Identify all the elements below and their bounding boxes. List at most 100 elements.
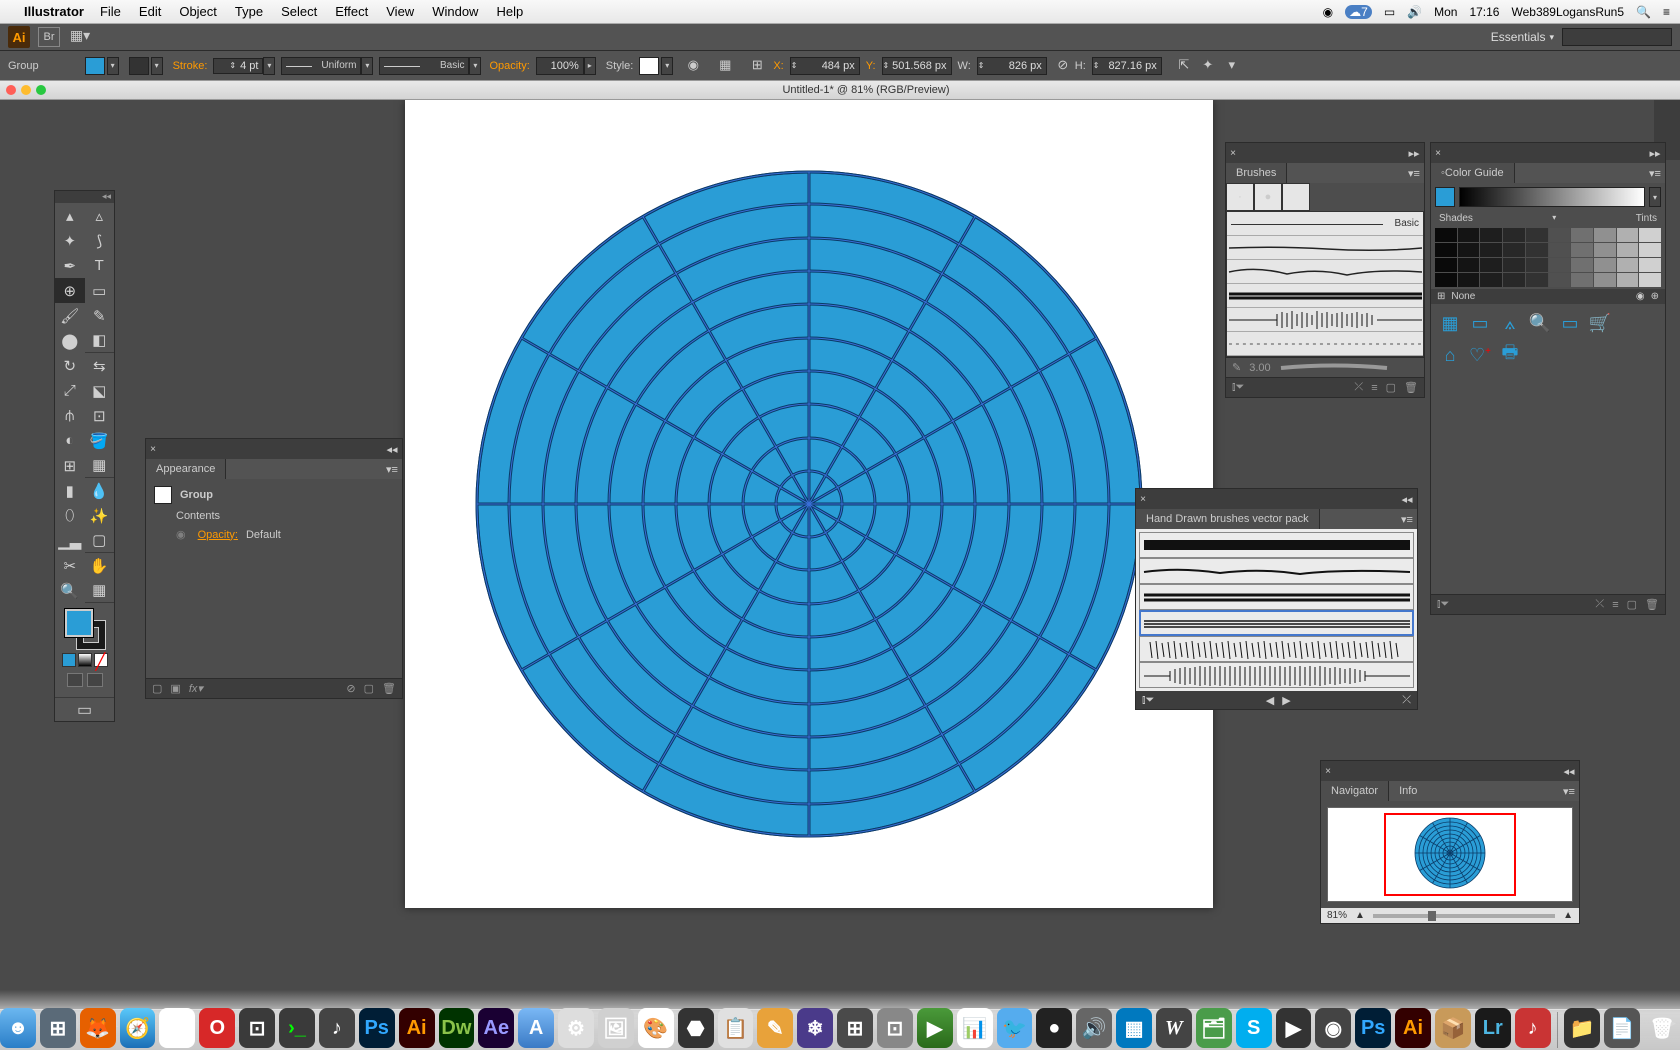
- zoom-out-button[interactable]: ▲: [1355, 910, 1365, 921]
- dock-twitter[interactable]: 🐦: [997, 1008, 1033, 1048]
- navigator-tab[interactable]: Navigator: [1321, 781, 1389, 801]
- hand-drawn-tab[interactable]: Hand Drawn brushes vector pack: [1136, 509, 1320, 529]
- hd-brush-5[interactable]: [1139, 636, 1414, 662]
- brush-stroke-3[interactable]: [1227, 284, 1423, 308]
- panel-drag-grip[interactable]: [160, 445, 382, 453]
- dock-firefox[interactable]: 🦊: [80, 1008, 116, 1048]
- dock-stack-2[interactable]: 📄: [1604, 1008, 1640, 1048]
- dock-lightroom[interactable]: Lr: [1475, 1008, 1511, 1048]
- dock-skype[interactable]: S: [1236, 1008, 1272, 1048]
- symbol-sprayer-tool[interactable]: ✨: [85, 503, 115, 528]
- shear-tool[interactable]: ⬕: [85, 378, 115, 403]
- add-effect-button[interactable]: fx▾: [189, 682, 203, 695]
- cg-new-button[interactable]: ▢: [1627, 598, 1637, 611]
- hd-lib-button[interactable]: ⫾⏷: [1142, 694, 1154, 707]
- dock-app-18[interactable]: ▶: [1276, 1008, 1312, 1048]
- delete-button[interactable]: 🗑: [382, 682, 396, 695]
- dock-app-19[interactable]: ◉: [1315, 1008, 1351, 1048]
- brushes-close-button[interactable]: ×: [1226, 148, 1240, 159]
- rectangle-tool[interactable]: ▭: [85, 278, 115, 303]
- notification-center-icon[interactable]: ≡: [1663, 5, 1670, 19]
- x-input[interactable]: ⇕484 px: [790, 57, 860, 75]
- cg-edit-icon[interactable]: ◉: [1636, 291, 1645, 302]
- opacity-label[interactable]: Opacity:: [489, 60, 529, 72]
- cg-save-icon[interactable]: ⊕: [1651, 291, 1659, 302]
- width-tool[interactable]: ⫛: [55, 403, 85, 428]
- bridge-button[interactable]: Br: [38, 27, 60, 47]
- dock-safari[interactable]: 🧭: [120, 1008, 156, 1048]
- artboard[interactable]: [405, 100, 1213, 908]
- cc-status[interactable]: ☁7: [1345, 5, 1372, 19]
- dock-preview[interactable]: 🖼: [598, 1008, 634, 1048]
- live-paint-tool[interactable]: 🪣: [85, 428, 115, 453]
- sync-icon[interactable]: ◉: [1323, 5, 1333, 19]
- app-name[interactable]: Illustrator: [24, 4, 84, 19]
- shear-icon[interactable]: ⇱: [1175, 57, 1193, 75]
- dock-app-13[interactable]: 📊: [957, 1008, 993, 1048]
- hd-next-button[interactable]: ▶: [1282, 694, 1290, 707]
- dock-app-16[interactable]: ▦: [1116, 1008, 1152, 1048]
- dock-ps2[interactable]: Ps: [1355, 1008, 1391, 1048]
- clear-appearance-button[interactable]: ⊘: [346, 682, 355, 695]
- artboard-tool[interactable]: ▢: [85, 528, 115, 553]
- menu-view[interactable]: View: [386, 4, 414, 19]
- brush-stroke-2[interactable]: [1227, 260, 1423, 284]
- hd-add-button[interactable]: ⤫: [1402, 694, 1411, 707]
- dock-photoshop[interactable]: Ps: [359, 1008, 395, 1048]
- dock-app-20[interactable]: 📦: [1435, 1008, 1471, 1048]
- cg-harmony-row[interactable]: [1459, 187, 1645, 207]
- brushes-collapse-button[interactable]: ▸▸: [1404, 147, 1424, 160]
- lasso-tool[interactable]: ⟆: [85, 228, 115, 253]
- zoom-slider[interactable]: [1373, 914, 1555, 918]
- zoom-tool[interactable]: 🔍: [55, 578, 85, 603]
- window-controls[interactable]: [6, 85, 46, 95]
- dock-app-11[interactable]: ⊡: [877, 1008, 913, 1048]
- menu-object[interactable]: Object: [179, 4, 217, 19]
- hd-brush-1[interactable]: [1139, 532, 1414, 558]
- menu-select[interactable]: Select: [281, 4, 317, 19]
- hd-brush-3[interactable]: [1139, 584, 1414, 610]
- brush-swatch-1[interactable]: ·: [1226, 183, 1254, 211]
- nav-drag-grip[interactable]: [1335, 767, 1559, 775]
- normal-screen-mode[interactable]: [67, 673, 83, 687]
- dock-app-6[interactable]: ⬣: [678, 1008, 714, 1048]
- variable-width-profile[interactable]: Uniform: [281, 57, 361, 75]
- blend-tool[interactable]: ⬯: [55, 503, 85, 528]
- icon-search[interactable]: 🔍: [1527, 310, 1553, 336]
- hd-close-button[interactable]: ×: [1136, 494, 1150, 505]
- menu-effect[interactable]: Effect: [335, 4, 368, 19]
- hd-collapse-button[interactable]: ◂◂: [1397, 493, 1417, 506]
- menu-help[interactable]: Help: [496, 4, 523, 19]
- volume-icon[interactable]: 🔊: [1407, 5, 1422, 19]
- help-search-input[interactable]: [1562, 28, 1672, 46]
- transform-reference-icon[interactable]: ⊞: [748, 57, 766, 75]
- cg-delete-button[interactable]: 🗑: [1645, 598, 1659, 611]
- stroke-label[interactable]: Stroke:: [173, 60, 208, 72]
- brush-stroke-4[interactable]: [1227, 308, 1423, 332]
- color-guide-tab[interactable]: ◦ Color Guide: [1431, 163, 1515, 183]
- dock-stack-1[interactable]: 📁: [1564, 1008, 1600, 1048]
- style-dropdown[interactable]: ▾: [661, 57, 673, 75]
- nav-collapse-button[interactable]: ◂◂: [1559, 765, 1579, 778]
- blob-brush-tool[interactable]: ⬤: [55, 328, 85, 353]
- remove-brush-button[interactable]: ⤫: [1354, 381, 1363, 394]
- align-icon[interactable]: ▦: [716, 57, 734, 75]
- brushes-menu-button[interactable]: ▾≡: [1404, 167, 1424, 180]
- icon-calendar[interactable]: ▦: [1437, 310, 1463, 336]
- stroke-weight-input[interactable]: ⇕4 pt: [213, 58, 263, 74]
- clock-day[interactable]: Mon: [1434, 5, 1457, 19]
- icon-print[interactable]: 🖶: [1497, 342, 1523, 368]
- icon-film[interactable]: ▭: [1467, 310, 1493, 336]
- duplicate-button[interactable]: ▢: [364, 682, 374, 695]
- dock-opera[interactable]: O: [199, 1008, 235, 1048]
- navigator-preview[interactable]: [1327, 807, 1573, 902]
- dock-app-9[interactable]: ❄: [797, 1008, 833, 1048]
- column-graph-tool[interactable]: ▁▃: [55, 528, 85, 553]
- menu-type[interactable]: Type: [235, 4, 263, 19]
- w-input[interactable]: ⇕826 px: [977, 57, 1047, 75]
- link-wh-icon[interactable]: ⊘: [1054, 57, 1072, 75]
- color-mode[interactable]: [62, 653, 76, 667]
- hd-brush-6[interactable]: [1139, 662, 1414, 688]
- info-tab[interactable]: Info: [1389, 785, 1427, 797]
- dock-app-2[interactable]: ⊡: [239, 1008, 275, 1048]
